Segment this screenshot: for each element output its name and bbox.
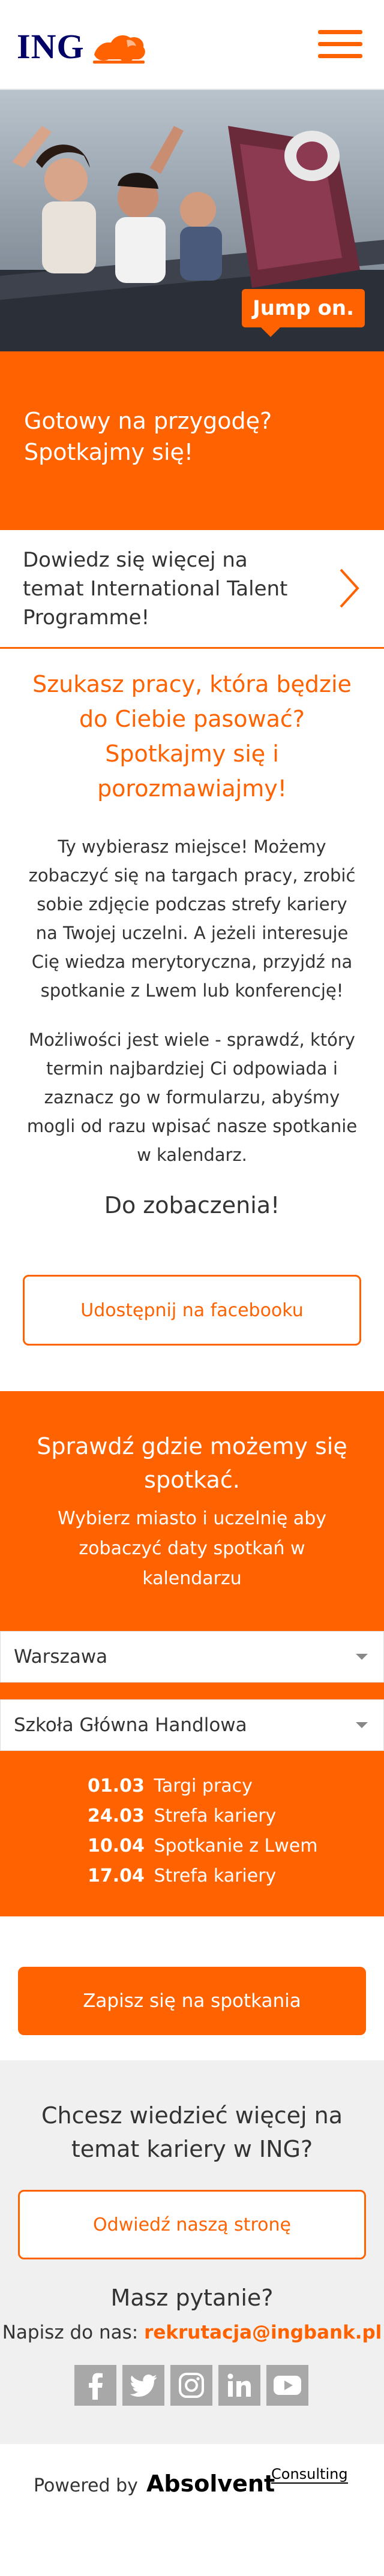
hamburger-icon[interactable] [318, 30, 362, 64]
event-date-item: 24.03 Strefa kariery [88, 1801, 317, 1831]
contact-prefix: Napisz do nas: [2, 2322, 139, 2343]
university-select[interactable]: Szkoła Główna Handlowa [0, 1699, 384, 1751]
powered-by-footer: Powered by Absolvent Consulting [0, 2444, 384, 2576]
events-subtitle: Wybierz miasto i uczelnię aby zobaczyć d… [57, 1508, 326, 1589]
jump-on-badge: Jump on. [242, 289, 365, 337]
site-header: ING [0, 0, 384, 90]
lion-logo-icon [92, 35, 145, 64]
share-facebook-button[interactable]: Udostępnij na facebooku [23, 1275, 361, 1346]
event-label: Spotkanie z Lwem [154, 1835, 318, 1856]
intro-banner: Gotowy na przygodę? Spotkajmy się! [0, 351, 384, 530]
youtube-icon[interactable] [266, 2365, 308, 2406]
absolvent-consulting-label: Consulting [271, 2466, 348, 2484]
events-section: Sprawdź gdzie możemy się spotkać. Wybier… [0, 1391, 384, 1916]
intro-line-1: Gotowy na przygodę? [24, 408, 272, 434]
events-title: Sprawdź gdzie możemy się spotkać. [37, 1433, 347, 1493]
linkedin-icon[interactable] [218, 2365, 260, 2406]
event-date-item: 10.04 Spotkanie z Lwem [88, 1831, 317, 1861]
paragraph-possibilities: Możliwości jest wiele - sprawdź, który t… [26, 1030, 358, 1165]
intro-line-2: Spotkajmy się! [24, 439, 194, 465]
social-icons [74, 2365, 308, 2406]
event-date-item: 01.03 Targi pracy [88, 1771, 317, 1801]
signup-meetings-button[interactable]: Zapisz się na spotkania [18, 1967, 366, 2035]
career-title: Chcesz wiedzieć więcej na temat kariery … [41, 2102, 343, 2162]
talent-programme-link[interactable]: Dowiedz się więcej na temat Internationa… [0, 530, 384, 649]
main-headline: Szukasz pracy, która będzie do Ciebie pa… [32, 671, 352, 802]
contact-email-link[interactable]: rekrutacja@ingbank.pl [144, 2322, 382, 2343]
contact-line: Napisz do nas: rekrutacja@ingbank.pl [0, 2322, 384, 2343]
visit-website-button[interactable]: Odwiedź naszą stronę [18, 2190, 366, 2259]
event-date: 10.04 [88, 1835, 145, 1856]
chevron-down-icon [356, 1722, 368, 1728]
ing-logo[interactable]: ING [17, 26, 148, 67]
hero-image: Jump on. [0, 90, 384, 351]
facebook-icon[interactable] [74, 2365, 116, 2406]
university-select-value: Szkoła Główna Handlowa [14, 1714, 247, 1736]
question-title: Masz pytanie? [110, 2285, 274, 2311]
event-label: Targi pracy [154, 1775, 253, 1796]
event-dates-list: 01.03 Targi pracy 24.03 Strefa kariery 1… [88, 1771, 317, 1891]
chevron-right-icon [340, 568, 359, 608]
talent-programme-text: Dowiedz się więcej na temat Internationa… [23, 548, 288, 630]
event-label: Strefa kariery [154, 1865, 277, 1886]
intro-text: Gotowy na przygodę? Spotkajmy się! [24, 405, 360, 468]
event-date: 01.03 [88, 1775, 145, 1796]
instagram-icon[interactable] [170, 2365, 212, 2406]
chevron-down-icon [356, 1654, 368, 1660]
event-date-item: 17.04 Strefa kariery [88, 1861, 317, 1891]
logo-text: ING [17, 27, 85, 66]
city-select[interactable]: Warszawa [0, 1631, 384, 1683]
paragraph-choose-place: Ty wybierasz miejsce! Możemy zobaczyć si… [28, 836, 356, 1001]
see-you-text: Do zobaczenia! [104, 1192, 280, 1218]
career-section: Chcesz wiedzieć więcej na temat kariery … [0, 2060, 384, 2444]
city-select-value: Warszawa [14, 1646, 108, 1668]
twitter-icon[interactable] [122, 2365, 164, 2406]
event-label: Strefa kariery [154, 1805, 277, 1826]
event-date: 17.04 [88, 1865, 145, 1886]
powered-by-label: Powered by [34, 2475, 138, 2496]
event-date: 24.03 [88, 1805, 145, 1826]
absolvent-logo[interactable]: Absolvent [146, 2470, 275, 2497]
